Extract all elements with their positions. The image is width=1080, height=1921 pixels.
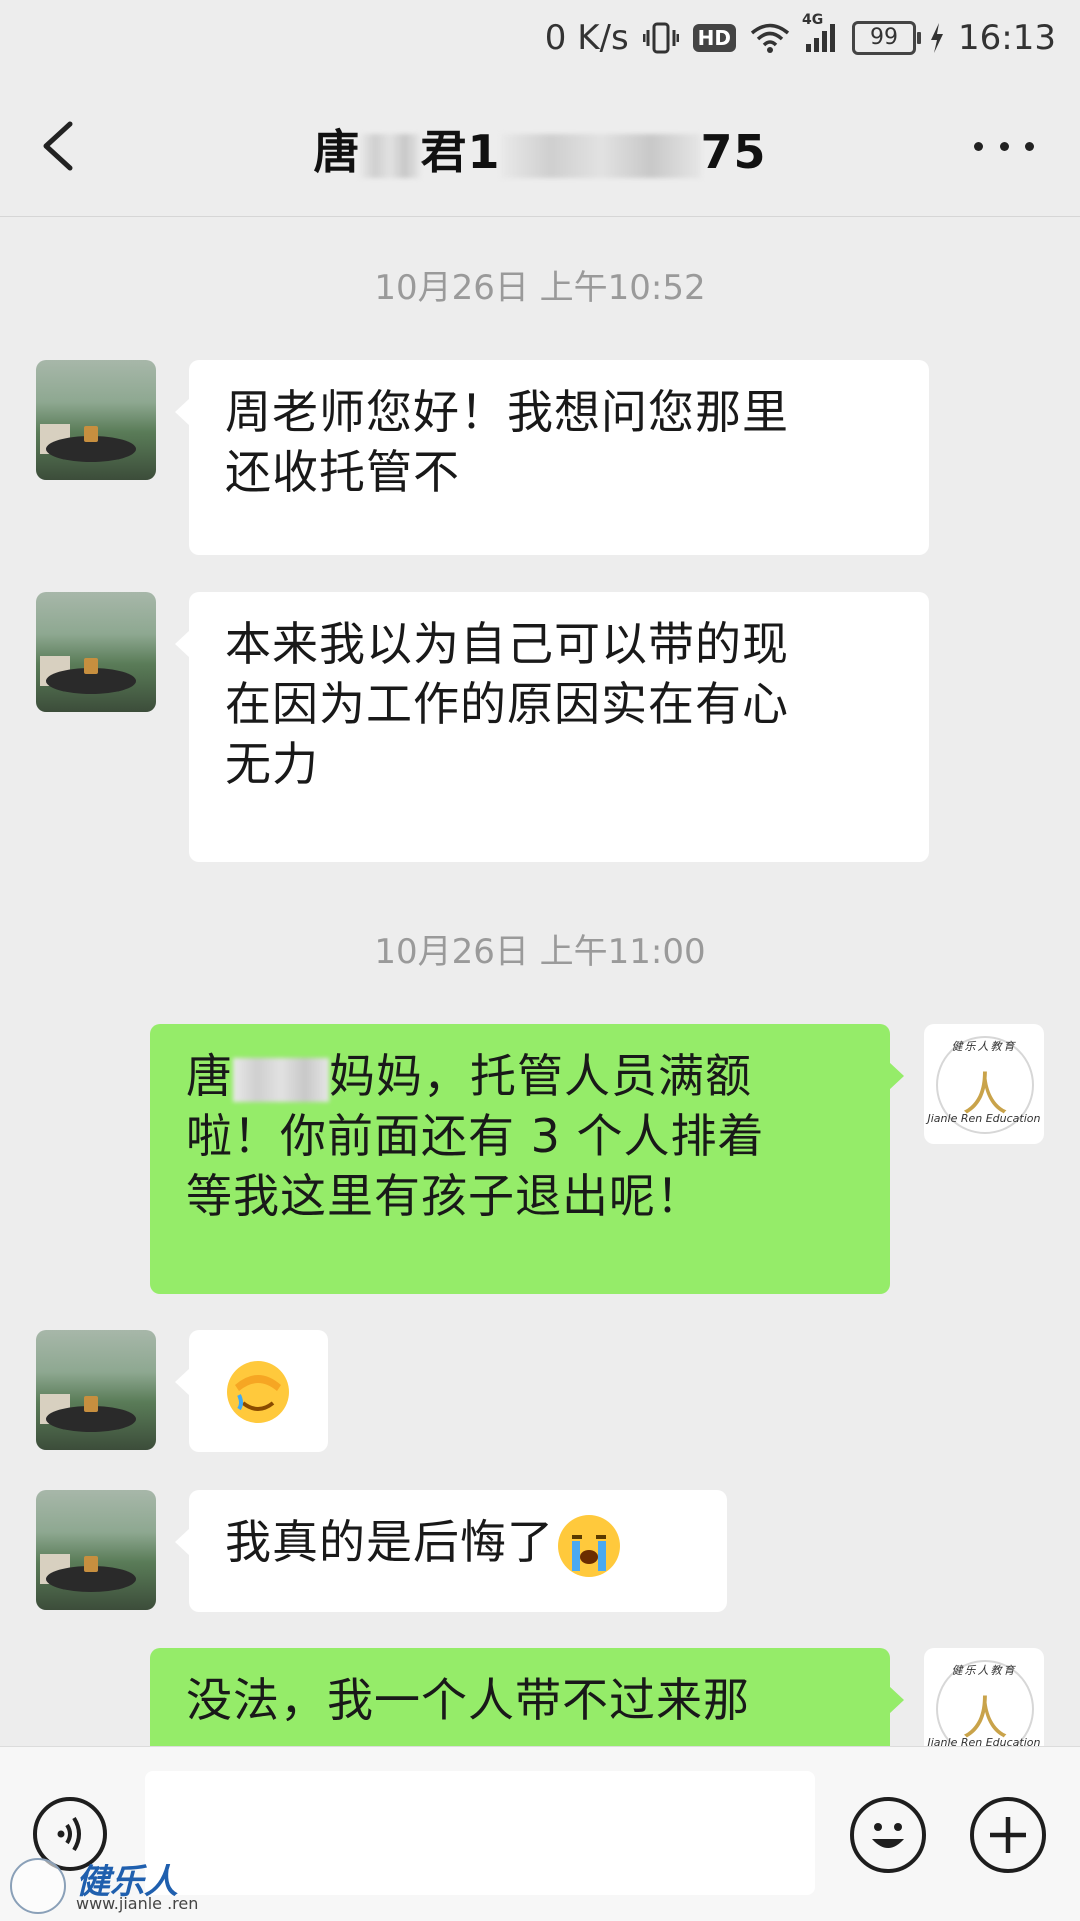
redacted-phone [500,133,701,178]
cellular-signal-icon: 4G [802,12,838,54]
clock: 16:13 [958,18,1056,58]
network-speed: 0 K/s [544,18,629,58]
facepalm-emoji-icon [227,1360,289,1423]
vibrate-icon [642,20,679,56]
contact-avatar[interactable] [36,1490,156,1610]
hd-icon: HD [692,24,737,52]
seal-text: 健乐人教育 [951,1040,1017,1053]
crying-emoji-icon [558,1514,620,1577]
network-type-label: 4G [802,12,824,28]
seal-text: 健乐人教育 [951,1664,1017,1677]
status-bar: 0 K/s HD 4G 99 16:13 [0,0,1080,76]
dot-icon [974,141,983,151]
chat-title: 唐君1 75 [313,125,767,179]
charging-icon [930,23,944,53]
smiley-icon [872,1823,904,1848]
watermark: 健乐人 www.jianle .ren [10,1858,250,1914]
redacted-name [233,1057,329,1102]
watermark-logo-icon [10,1858,66,1914]
plus-icon [990,1817,1026,1853]
contact-avatar[interactable] [36,592,156,712]
received-message[interactable] [175,1330,328,1452]
contact-avatar[interactable] [36,1330,156,1450]
battery-icon: 99 [852,21,922,55]
watermark-url: www.jianle .ren [76,1894,199,1913]
redacted-name [360,133,421,178]
timestamp: 10月26日 上午10:52 [374,268,706,308]
chat-header: 唐君1 75 [0,76,1080,217]
emoji-button[interactable] [850,1797,926,1873]
user-avatar[interactable]: 健乐人教育 人 Jianle Ren Education [924,1024,1044,1144]
wifi-icon [750,22,790,54]
brand-script: Jianle Ren Education [927,1112,1041,1125]
received-message[interactable]: 周老师您好！我想问您那里 还收托管不 [175,360,929,555]
received-message[interactable]: 我真的是后悔了 [175,1490,727,1612]
more-options-button[interactable] [974,126,1034,166]
dot-icon [1025,141,1034,151]
back-button[interactable] [30,114,90,178]
chevron-left-icon [43,121,73,171]
status-icons: 0 K/s HD 4G 99 16:13 [544,12,1056,62]
timestamp: 10月26日 上午11:00 [374,932,706,972]
sent-message[interactable]: 唐妈妈，托管人员满额 啦！你前面还有 3 个人排着 等我这里有孩子退出呢！ [150,1024,904,1294]
more-functions-button[interactable] [970,1797,1046,1873]
contact-avatar[interactable] [36,360,156,480]
received-message[interactable]: 本来我以为自己可以带的现 在因为工作的原因实在有心 无力 [175,592,929,862]
dot-icon [999,141,1009,151]
